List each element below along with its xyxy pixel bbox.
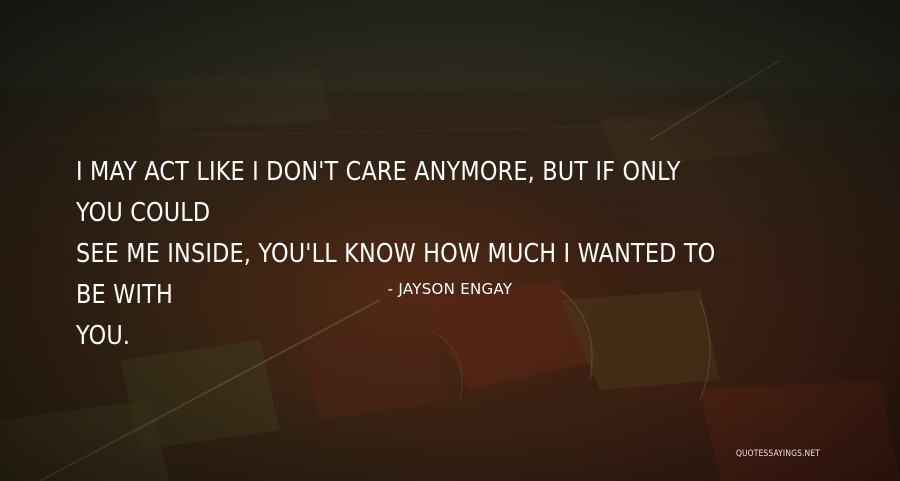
quote-line-1: I MAY ACT LIKE I DON'T CARE ANYMORE, BUT…	[76, 157, 688, 228]
quote-text: I MAY ACT LIKE I DON'T CARE ANYMORE, BUT…	[76, 152, 730, 357]
quote-line-2: SEE ME INSIDE, YOU'LL KNOW HOW MUCH I WA…	[76, 239, 723, 310]
quote-line-3: YOU.	[76, 321, 131, 351]
quote-card: I MAY ACT LIKE I DON'T CARE ANYMORE, BUT…	[0, 0, 900, 481]
quote-author: - JAYSON ENGAY	[387, 280, 513, 298]
site-watermark: QUOTESSAYINGS.NET	[735, 449, 820, 459]
